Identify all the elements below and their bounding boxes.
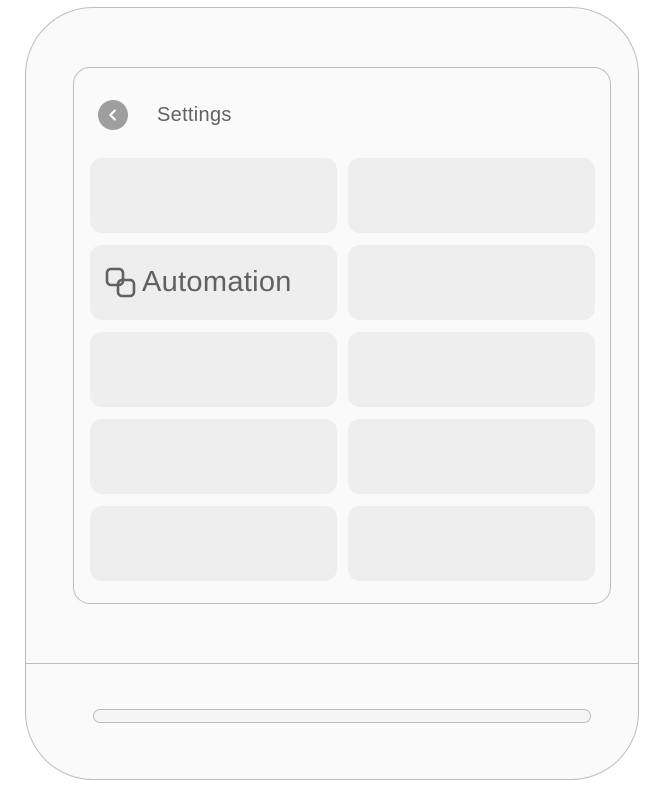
back-button[interactable] xyxy=(98,100,128,130)
settings-screen: Settings Automation xyxy=(73,67,611,604)
page-title: Settings xyxy=(157,103,232,126)
settings-tile-10[interactable] xyxy=(348,506,595,581)
settings-tile-5[interactable] xyxy=(90,332,337,407)
tile-label-automation: Automation xyxy=(142,266,292,298)
chevron-left-icon xyxy=(106,108,120,122)
settings-tile-8[interactable] xyxy=(348,419,595,494)
settings-grid: Automation xyxy=(90,158,595,581)
screen-header: Settings xyxy=(98,99,232,131)
settings-tile-4[interactable] xyxy=(348,245,595,320)
settings-tile-9[interactable] xyxy=(90,506,337,581)
device-divider xyxy=(26,663,638,664)
settings-tile-2[interactable] xyxy=(348,158,595,233)
settings-tile-6[interactable] xyxy=(348,332,595,407)
settings-tile-1[interactable] xyxy=(90,158,337,233)
automation-icon xyxy=(104,266,138,300)
settings-tile-automation[interactable]: Automation xyxy=(90,245,337,320)
home-bar[interactable] xyxy=(93,709,591,723)
device-frame: Settings Automation xyxy=(25,7,639,780)
settings-tile-7[interactable] xyxy=(90,419,337,494)
